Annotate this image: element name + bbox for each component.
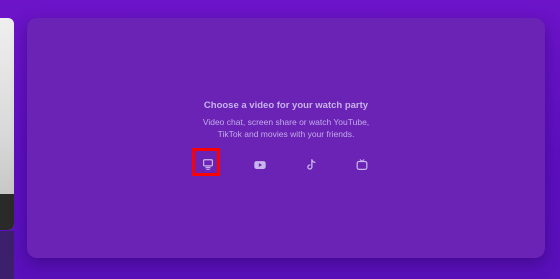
tiktok-button[interactable] — [301, 155, 321, 175]
description-line-2: TikTok and movies with your friends. — [217, 129, 355, 139]
screen-share-icon — [203, 159, 213, 171]
video-source-options — [27, 148, 545, 176]
watch-party-panel: Choose a video for your watch party Vide… — [27, 18, 545, 258]
participant-video-footer — [0, 231, 14, 279]
youtube-button[interactable] — [250, 155, 270, 175]
tv-icon — [356, 159, 368, 170]
description-line-1: Video chat, screen share or watch YouTub… — [202, 117, 370, 127]
tiktok-icon — [307, 159, 316, 170]
watch-party-title: Choose a video for your watch party — [203, 100, 369, 111]
youtube-icon — [254, 161, 266, 169]
screen-share-button[interactable] — [192, 148, 220, 176]
tv-button[interactable] — [352, 155, 372, 175]
watch-party-description: Video chat, screen share or watch YouTub… — [27, 116, 545, 140]
participant-video-tile[interactable] — [0, 18, 14, 230]
